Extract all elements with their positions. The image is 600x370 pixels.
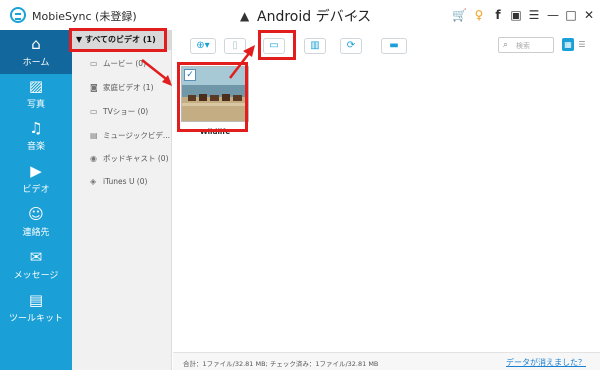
arrow-line (229, 51, 251, 79)
data-lost-link[interactable]: データが消えました？ (506, 357, 586, 368)
status-summary: 合計：1ファイル/32.81 MB; チェック済み：1ファイル/32.81 MB (183, 360, 379, 368)
annotation-arrows (141, 45, 255, 86)
status-bar: 合計：1ファイル/32.81 MB; チェック済み：1ファイル/32.81 MB… (173, 352, 600, 370)
